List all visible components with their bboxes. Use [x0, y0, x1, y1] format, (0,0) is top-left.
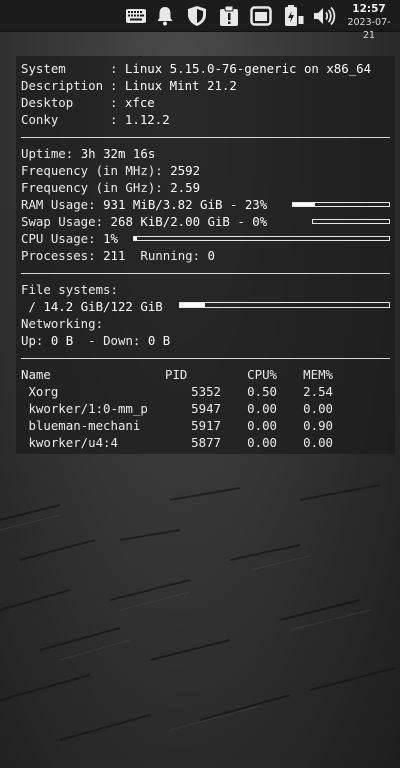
network-traffic-row: Up: 0 B - Down: 0 B	[21, 332, 170, 349]
freq-mhz-row: Frequency (in MHz): 2592	[21, 162, 200, 179]
freq-mhz-value: 2592	[170, 163, 201, 178]
net-up-value: 0 B	[50, 333, 74, 348]
header-pid: PID	[165, 367, 188, 382]
filesystem-usage-bar-fill	[180, 303, 206, 307]
conky-label: Conky	[21, 112, 59, 127]
divider	[21, 137, 390, 138]
net-up-label: Up:	[21, 333, 44, 348]
header-mem: MEM%	[303, 367, 333, 382]
colon-separator: :	[110, 112, 125, 127]
colon-separator: :	[110, 95, 125, 110]
ram-row: RAM Usage: 931 MiB/3.82 GiB - 23%	[21, 196, 267, 213]
processes-label: Processes:	[21, 248, 96, 263]
networking-label-row: Networking:	[21, 315, 103, 332]
process-pid: 5917	[191, 418, 221, 433]
system-value: Linux 5.15.0-76-generic on x86_64	[124, 61, 372, 76]
table-row: kworker/1:0-mm_p 5947 0.00 0.00	[21, 400, 391, 417]
uptime-label: Uptime:	[21, 146, 74, 161]
uptime-row: Uptime: 3h 32m 16s	[21, 145, 155, 162]
desktop-value: xfce	[124, 95, 155, 110]
colon-separator: :	[110, 61, 125, 76]
process-cpu: 0.00	[247, 435, 277, 450]
swap-label: Swap Usage:	[21, 214, 104, 229]
processes-value: 211	[103, 248, 126, 263]
swap-usage-bar	[312, 219, 390, 224]
freq-ghz-value: 2.59	[170, 180, 201, 195]
cpu-row: CPU Usage: 1%	[21, 230, 118, 247]
description-label: Description	[21, 78, 104, 93]
process-table-header: Name PID CPU% MEM%	[21, 366, 391, 383]
window-icon[interactable]	[249, 4, 273, 28]
cpu-usage-bar	[133, 236, 390, 241]
net-down-label: - Down:	[80, 333, 141, 348]
running-label: Running:	[140, 248, 201, 263]
running-value: 0	[207, 248, 216, 263]
uptime-value: 3h 32m 16s	[80, 146, 156, 161]
process-name: blueman-mechani	[21, 418, 141, 433]
description-value: Linux Mint 21.2	[124, 78, 237, 93]
clock-time: 12:57	[352, 3, 386, 15]
process-pid: 5947	[191, 401, 221, 416]
top-panel: 12:57 2023-07-21	[0, 0, 400, 41]
process-mem: 2.54	[303, 384, 333, 399]
process-name: kworker/u4:4	[21, 435, 118, 450]
panel-clock[interactable]: 12:57 2023-07-21	[342, 2, 396, 42]
process-pid: 5352	[191, 384, 221, 399]
system-label: System	[21, 61, 66, 76]
freq-ghz-label: Frequency (in GHz):	[21, 180, 163, 195]
process-cpu: 0.00	[247, 401, 277, 416]
networking-label: Networking:	[21, 316, 104, 331]
ram-usage-bar-fill	[293, 203, 316, 206]
process-name: kworker/1:0-mm_p	[21, 401, 148, 416]
swap-value: 268 KiB/2.00 GiB - 0%	[110, 214, 268, 229]
notification-bell-icon[interactable]	[153, 4, 177, 28]
ram-usage-bar	[292, 202, 390, 207]
desktop-label: Desktop	[21, 95, 74, 110]
ram-label: RAM Usage:	[21, 197, 96, 212]
battery-icon[interactable]	[282, 4, 306, 28]
colon-separator: :	[110, 78, 125, 93]
filesystem-usage-bar	[179, 302, 390, 308]
cpu-value: 1%	[103, 231, 118, 246]
freq-mhz-label: Frequency (in MHz):	[21, 163, 163, 178]
process-pid: 5877	[191, 435, 221, 450]
ram-value: 931 MiB/3.82 GiB - 23%	[103, 197, 268, 212]
filesystem-root-row: / 14.2 GiB/122 GiB	[21, 298, 163, 315]
header-name: Name	[21, 367, 51, 382]
process-mem: 0.00	[303, 401, 333, 416]
processes-row: Processes: 211 Running: 0	[21, 247, 215, 264]
update-manager-icon[interactable]	[217, 4, 241, 28]
system-row: System: Linux 5.15.0-76-generic on x86_6…	[21, 60, 371, 77]
process-name: Xorg	[21, 384, 59, 399]
conky-system-monitor: System: Linux 5.15.0-76-generic on x86_6…	[16, 56, 395, 454]
table-row: Xorg 5352 0.50 2.54	[21, 383, 391, 400]
process-cpu: 0.50	[247, 384, 277, 399]
desktop-row: Desktop: xfce	[21, 94, 155, 111]
shield-icon[interactable]	[185, 4, 209, 28]
clock-date: 2023-07-21	[347, 17, 391, 41]
cpu-usage-bar-fill	[134, 237, 137, 240]
description-row: Description: Linux Mint 21.2	[21, 77, 237, 94]
swap-row: Swap Usage: 268 KiB/2.00 GiB - 0%	[21, 213, 267, 230]
cpu-label: CPU Usage:	[21, 231, 96, 246]
keyboard-icon[interactable]	[124, 4, 148, 28]
filesystems-label: File systems:	[21, 282, 118, 297]
freq-ghz-row: Frequency (in GHz): 2.59	[21, 179, 200, 196]
divider	[21, 358, 390, 359]
net-down-value: 0 B	[147, 333, 171, 348]
conky-value: 1.12.2	[124, 112, 170, 127]
conky-version-row: Conky: 1.12.2	[21, 111, 170, 128]
filesystems-label-row: File systems:	[21, 281, 118, 298]
table-row: kworker/u4:4 5877 0.00 0.00	[21, 434, 391, 451]
header-cpu: CPU%	[247, 367, 277, 382]
process-mem: 0.00	[303, 435, 333, 450]
table-row: blueman-mechani 5917 0.00 0.90	[21, 417, 391, 434]
filesystem-root-value: / 14.2 GiB/122 GiB	[21, 299, 163, 314]
volume-icon[interactable]	[312, 4, 336, 28]
process-cpu: 0.00	[247, 418, 277, 433]
process-mem: 0.90	[303, 418, 333, 433]
divider	[21, 273, 390, 274]
